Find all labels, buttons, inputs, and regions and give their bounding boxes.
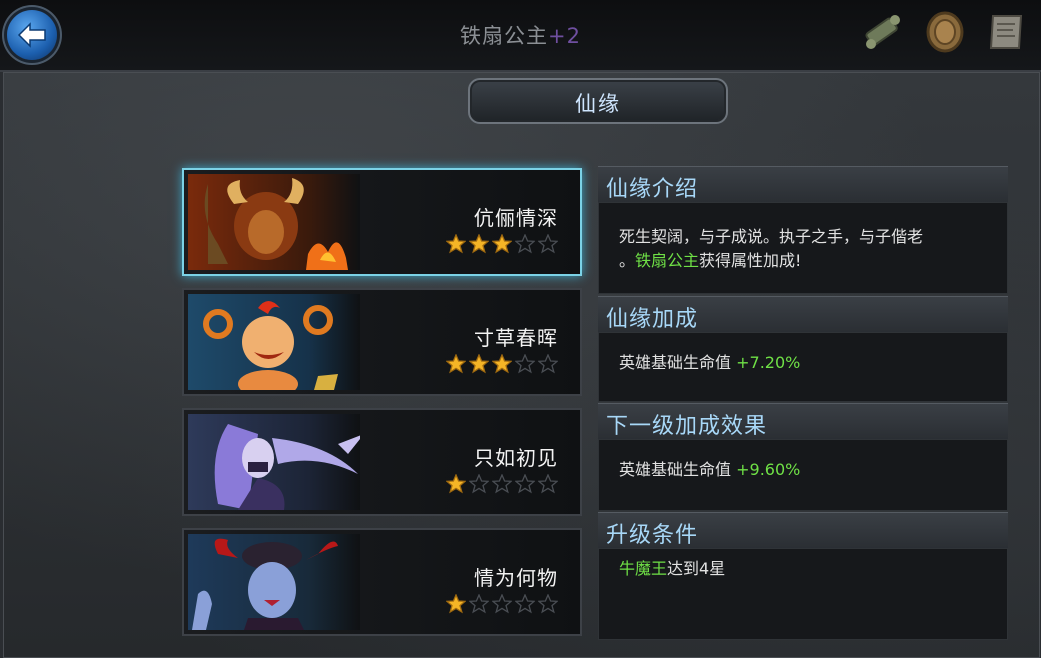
star-empty-icon	[515, 474, 535, 494]
fate-card-2[interactable]: 寸草春晖	[182, 288, 582, 396]
star-filled-icon	[492, 354, 512, 374]
star-empty-icon	[492, 594, 512, 614]
bonus-body: 英雄基础生命值 +7.20%	[598, 332, 1008, 402]
horned-demoness-portrait	[188, 534, 360, 630]
intro-header: 仙缘介绍	[598, 166, 1008, 204]
next-level-line: 英雄基础生命值 +9.60%	[619, 458, 800, 482]
star-rating	[446, 594, 558, 614]
next-level-value: +9.60%	[736, 460, 801, 479]
intro-line-2: 。铁扇公主获得属性加成!	[619, 251, 802, 270]
fate-name: 只如初见	[474, 446, 558, 470]
star-filled-icon	[469, 354, 489, 374]
intro-text: 死生契阔，与子成说。执子之手，与子偕老 。铁扇公主获得属性加成!	[619, 225, 999, 273]
star-empty-icon	[469, 474, 489, 494]
bull-demon-portrait	[188, 174, 360, 270]
next-level-stat: 英雄基础生命值	[619, 460, 732, 479]
star-empty-icon	[515, 234, 535, 254]
star-empty-icon	[515, 354, 535, 374]
star-empty-icon	[469, 594, 489, 614]
bonus-header-label: 仙缘加成	[606, 307, 699, 332]
star-rating	[446, 474, 558, 494]
fate-card-1[interactable]: 伉俪情深	[182, 168, 582, 276]
bonus-line: 英雄基础生命值 +7.20%	[619, 351, 800, 375]
scroll-icon[interactable]	[861, 10, 905, 54]
upgrade-body: 牛魔王达到4星	[598, 548, 1008, 640]
bonus-header: 仙缘加成	[598, 296, 1008, 334]
bonus-stat: 英雄基础生命值	[619, 353, 732, 372]
fate-name: 情为何物	[474, 566, 558, 590]
star-rating	[446, 234, 558, 254]
star-filled-icon	[446, 354, 466, 374]
star-empty-icon	[515, 594, 535, 614]
upgrade-header: 升级条件	[598, 512, 1008, 550]
star-filled-icon	[446, 594, 466, 614]
bonus-value: +7.20%	[736, 353, 801, 372]
star-empty-icon	[538, 354, 558, 374]
coin-medal-icon[interactable]	[923, 10, 967, 54]
section-title: 仙缘	[575, 92, 621, 116]
star-rating	[446, 354, 558, 374]
hero-name: 铁扇公主	[460, 24, 549, 48]
fate-name: 伉俪情深	[474, 206, 558, 230]
star-filled-icon	[446, 474, 466, 494]
intro-body: 死生契阔，与子成说。执子之手，与子偕老 。铁扇公主获得属性加成!	[598, 202, 1008, 294]
purple-hair-portrait	[188, 414, 360, 510]
intro-header-label: 仙缘介绍	[606, 177, 699, 202]
next-level-body: 英雄基础生命值 +9.60%	[598, 439, 1008, 511]
top-bar: 铁扇公主+2	[0, 0, 1041, 72]
hero-level: +2	[548, 24, 581, 48]
top-icons	[861, 10, 1029, 54]
section-ribbon: 仙缘	[468, 78, 728, 124]
fate-card-4[interactable]: 情为何物	[182, 528, 582, 636]
upgrade-hero: 牛魔王	[619, 559, 668, 578]
star-empty-icon	[538, 234, 558, 254]
intro-hero-name: 铁扇公主	[635, 251, 700, 270]
next-level-header: 下一级加成效果	[598, 403, 1008, 441]
star-empty-icon	[538, 474, 558, 494]
upgrade-condition: 达到4星	[667, 559, 726, 578]
upgrade-line: 牛魔王达到4星	[619, 557, 725, 581]
intro-line-1: 死生契阔，与子成说。执子之手，与子偕老	[619, 227, 924, 246]
fate-name: 寸草春晖	[474, 326, 558, 350]
star-filled-icon	[469, 234, 489, 254]
map-scroll-icon[interactable]	[985, 10, 1029, 54]
upgrade-header-label: 升级条件	[606, 523, 699, 548]
next-level-header-label: 下一级加成效果	[606, 414, 768, 439]
star-empty-icon	[538, 594, 558, 614]
star-empty-icon	[492, 474, 512, 494]
red-boy-portrait	[188, 294, 360, 390]
star-filled-icon	[446, 234, 466, 254]
star-filled-icon	[492, 234, 512, 254]
fate-card-3[interactable]: 只如初见	[182, 408, 582, 516]
